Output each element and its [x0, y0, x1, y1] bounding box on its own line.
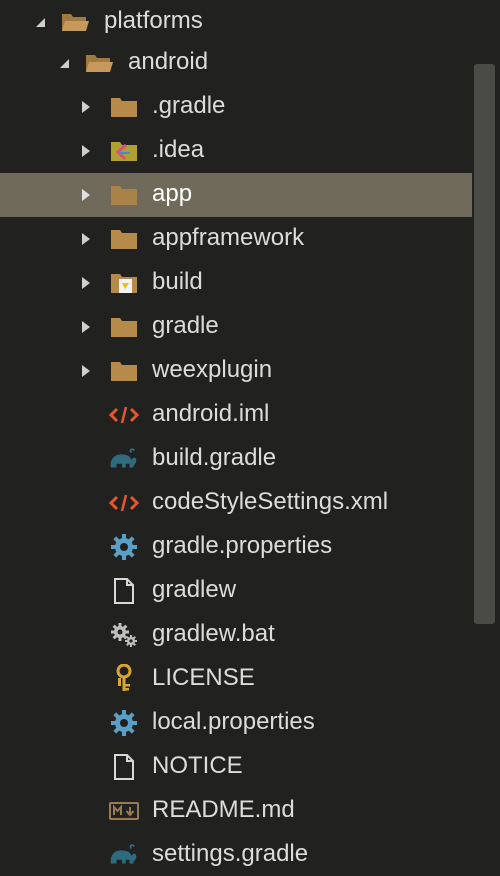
gear-icon [109, 532, 139, 562]
gear-icon [109, 708, 139, 738]
tree-item-label: codeStyleSettings.xml [152, 488, 389, 515]
tree-item-label: build.gradle [152, 444, 277, 471]
key-icon [109, 664, 139, 694]
gradle-elephant-icon [108, 444, 138, 474]
folder-open-icon [84, 48, 114, 78]
tree-item-platforms[interactable]: platforms [0, 0, 472, 44]
tree-item-license[interactable]: LICENSE [0, 657, 472, 701]
tree-item-label: gradlew [152, 576, 237, 603]
tree-item-android-iml[interactable]: android.iml [0, 393, 472, 437]
tree-item-label: android.iml [152, 400, 270, 427]
tree-item-label: build [152, 268, 203, 295]
chevron-right-icon[interactable] [80, 144, 92, 158]
folder-icon [109, 312, 139, 342]
tree-item-codestylesettings-xml[interactable]: codeStyleSettings.xml [0, 481, 472, 525]
tree-item-dot-idea[interactable]: .idea [0, 129, 472, 173]
code-icon [109, 400, 139, 430]
tree-item-label: NOTICE [152, 752, 243, 779]
tree-item-gradlew-bat[interactable]: gradlew.bat [0, 613, 472, 657]
file-icon [109, 752, 139, 782]
tree-item-gradle[interactable]: gradle [0, 305, 472, 349]
tree-item-label: gradle.properties [152, 532, 333, 559]
gears-icon [109, 620, 139, 650]
tree-item-app[interactable]: app [0, 173, 472, 217]
tree-item-gradlew[interactable]: gradlew [0, 569, 472, 613]
tree-item-label: local.properties [152, 708, 315, 735]
tree-item-label: LICENSE [152, 664, 255, 691]
chevron-down-icon[interactable] [58, 56, 70, 70]
code-icon [109, 488, 139, 518]
markdown-icon [109, 796, 139, 826]
file-icon [109, 576, 139, 606]
idea-folder-icon [109, 136, 139, 166]
folder-icon [109, 356, 139, 386]
build-folder-icon [109, 268, 139, 298]
tree-item-label: app [152, 180, 193, 207]
chevron-right-icon[interactable] [80, 320, 92, 334]
gradle-elephant-icon [108, 840, 138, 870]
tree-item-local-properties[interactable]: local.properties [0, 701, 472, 745]
chevron-down-icon[interactable] [34, 15, 46, 29]
tree-item-label: .idea [152, 136, 205, 163]
tree-item-appframework[interactable]: appframework [0, 217, 472, 261]
tree-item-label: weexplugin [152, 356, 273, 383]
tree-item-label: platforms [104, 7, 203, 34]
chevron-right-icon[interactable] [80, 232, 92, 246]
tree-item-notice[interactable]: NOTICE [0, 745, 472, 789]
chevron-right-icon[interactable] [80, 364, 92, 378]
file-tree: platforms android .gradle .idea app appf… [0, 0, 500, 876]
chevron-right-icon[interactable] [80, 100, 92, 114]
chevron-right-icon[interactable] [80, 188, 92, 202]
tree-item-settings-gradle[interactable]: settings.gradle [0, 833, 472, 876]
tree-item-label: .gradle [152, 92, 226, 119]
tree-item-label: gradle [152, 312, 219, 339]
chevron-right-icon[interactable] [80, 276, 92, 290]
folder-icon [109, 180, 139, 210]
folder-icon [109, 92, 139, 122]
tree-item-label: settings.gradle [152, 840, 309, 867]
tree-item-dot-gradle[interactable]: .gradle [0, 85, 472, 129]
tree-item-readme-md[interactable]: README.md [0, 789, 472, 833]
tree-item-android[interactable]: android [0, 41, 472, 85]
tree-item-label: README.md [152, 796, 295, 823]
tree-item-build[interactable]: build [0, 261, 472, 305]
tree-item-label: gradlew.bat [152, 620, 275, 647]
folder-open-icon [60, 7, 90, 37]
tree-item-label: android [128, 48, 209, 75]
tree-item-gradle-properties[interactable]: gradle.properties [0, 525, 472, 569]
tree-item-label: appframework [152, 224, 305, 251]
scrollbar-thumb[interactable] [474, 64, 495, 624]
tree-item-weexplugin[interactable]: weexplugin [0, 349, 472, 393]
tree-item-build-gradle[interactable]: build.gradle [0, 437, 472, 481]
folder-icon [109, 224, 139, 254]
